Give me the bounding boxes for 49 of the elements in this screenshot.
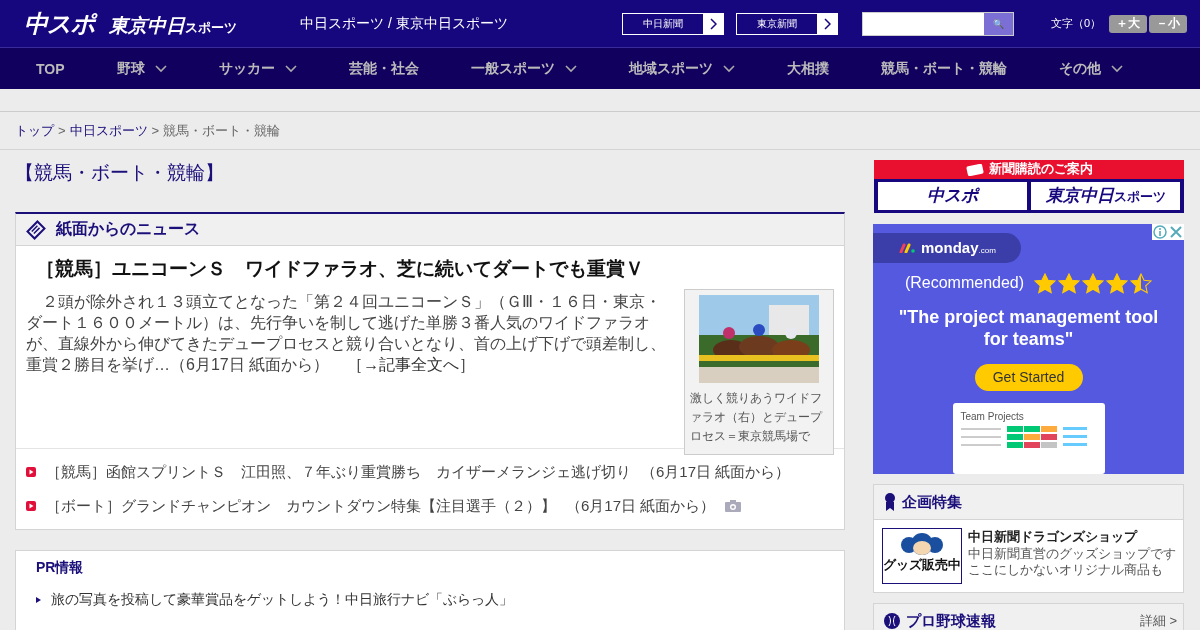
nav-item[interactable]: TOP bbox=[19, 60, 82, 77]
breadcrumb-item[interactable]: 中日スポーツ bbox=[69, 121, 148, 140]
nav-item[interactable]: サッカー bbox=[201, 59, 314, 78]
thumbnail-label: グッズ販売中 bbox=[883, 557, 961, 574]
nav-item[interactable]: 地域スポーツ bbox=[611, 59, 752, 78]
ad-headline: "The project management tool for teams" bbox=[898, 305, 1159, 350]
newspaper-link[interactable]: 東京新聞 bbox=[736, 12, 838, 35]
news-link[interactable]: ［ボート］グランドチャンピオン カウントダウン特集【注目選手（２）】 bbox=[46, 496, 556, 516]
nav-item[interactable]: その他 bbox=[1041, 59, 1140, 78]
nav-item[interactable]: 大相撲 bbox=[769, 59, 846, 78]
nav-item[interactable]: 芸能・社会 bbox=[331, 59, 436, 78]
banner-title: 新聞購読のご案内 bbox=[988, 161, 1093, 178]
news-date: （6月17日 紙面から） bbox=[566, 496, 716, 516]
site-logo[interactable]: 東京中日スポーツ bbox=[109, 12, 237, 39]
nav-item[interactable]: 野球 bbox=[99, 59, 184, 78]
news-link[interactable]: ［競馬］函館スプリントＳ 江田照、７年ぶり重賞勝ち カイザーメランジェ逃げ切り bbox=[46, 462, 631, 482]
photo-caption: 激しく競りあうワイドファラオ（右）とデュープロセス＝東京競馬場で bbox=[690, 391, 824, 444]
article-headline[interactable]: ［競馬］ユニコーンＳ ワイドファラオ、芝に続いてダートでも重賞Ｖ bbox=[36, 256, 834, 282]
section-title: 紙面からのニュース bbox=[56, 219, 200, 239]
get-started-button[interactable]: Get Started bbox=[974, 363, 1083, 391]
site-name: 中日スポーツ / 東京中日スポーツ bbox=[300, 14, 509, 33]
screenshot-title: Team Projects bbox=[960, 410, 1025, 422]
news-date: （6月17日 紙面から） bbox=[641, 462, 791, 482]
nav-item[interactable]: 一般スポーツ bbox=[453, 59, 594, 78]
brand-name: monday.com bbox=[921, 239, 996, 257]
subscription-banner[interactable]: 新聞購読のご案内 中スポ 東京中日スポーツ bbox=[874, 160, 1184, 213]
feature-description: ここにしかないオリジナル商品も bbox=[968, 562, 1164, 578]
section-title: プロ野球速報 bbox=[906, 611, 996, 630]
newspaper-link[interactable]: 中日新聞 bbox=[622, 12, 724, 35]
read-more-link[interactable]: ［→記事全文へ］ bbox=[347, 356, 476, 373]
breadcrumb-separator: > bbox=[58, 123, 66, 138]
nav-item[interactable]: 競馬・ボート・競輪 bbox=[863, 59, 1024, 78]
ad-tagline: (Recommended) bbox=[904, 274, 1025, 293]
breadcrumb-separator: > bbox=[151, 123, 160, 138]
shop-thumbnail[interactable]: グッズ販売中 bbox=[882, 528, 962, 584]
newspaper-logo: 中スポ bbox=[878, 182, 1027, 210]
pr-link[interactable]: 旅の写真を投稿して豪華賞品をゲットしよう！中日旅行ナビ「ぶらっ人」 bbox=[51, 591, 513, 609]
ad-banner[interactable]: monday.com (Recommended) "The project management tool for teams" Get Started Team Projects bbox=[873, 224, 1184, 474]
newspaper-logo: 東京中日スポーツ bbox=[1031, 182, 1180, 210]
article-summary: ２頭が除外され１３頭立てとなった「第２４回ユニコーンＳ」（ＧⅢ・１６日・東京・ダート１６００メートル）は、先行争いを制して逃げた単勝３番人気のワイドファラオが、直線外から伸びてきたデュープロセスと競り合いとなり、首の上げ下げで頭差制し、重賞２勝目を挙げ…（6月17日 紙面から） ［→記事全文へ］ bbox=[26, 292, 667, 375]
details-link[interactable]: 詳細 > bbox=[1139, 612, 1177, 630]
font-size-label: 文字（0） bbox=[1051, 16, 1102, 31]
feature-title[interactable]: 中日新聞ドラゴンズショップ bbox=[968, 528, 1176, 546]
breadcrumb-item[interactable]: 競馬・ボート・競輪 bbox=[163, 121, 281, 140]
breadcrumb-item[interactable]: トップ bbox=[15, 121, 54, 140]
page-title: 【競馬・ボート・競輪】 bbox=[15, 161, 225, 185]
feature-description: 中日新聞直営のグッズショップです bbox=[968, 546, 1176, 562]
section-title: PR情報 bbox=[36, 559, 85, 577]
section-title: 企画特集 bbox=[902, 492, 962, 512]
